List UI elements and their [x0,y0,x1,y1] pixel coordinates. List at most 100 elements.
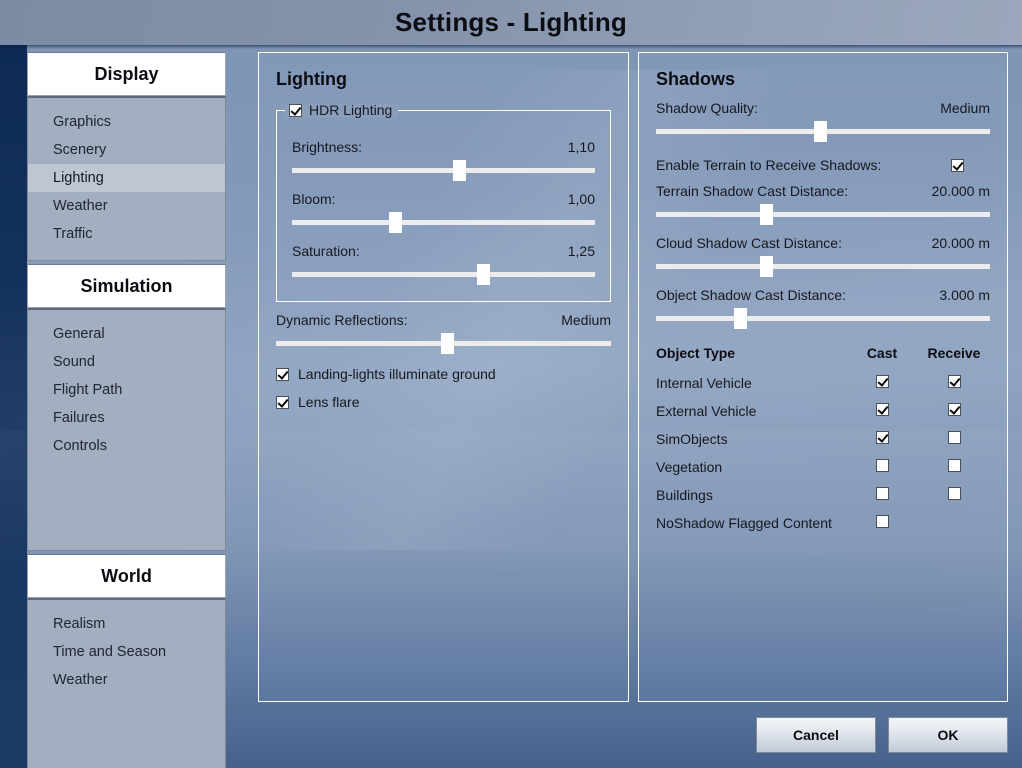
object-shadow-cast-distance-value: 3.000 m [939,287,990,303]
cast-checkbox[interactable] [876,403,889,416]
sidebar-group-header: Display [27,52,226,96]
page-title: Settings - Lighting [395,7,627,38]
table-row: Internal Vehicle [656,370,990,398]
shadow-quality-row: Shadow Quality: Medium [656,100,990,116]
cancel-button[interactable]: Cancel [756,717,876,753]
sidebar: DisplayGraphicsSceneryLightingWeatherTra… [27,52,226,768]
receive-cell [918,426,990,454]
slider-thumb[interactable] [477,264,490,285]
dialog-footer: Cancel OK [756,717,1008,753]
cast-cell [846,370,918,398]
cast-cell [846,510,918,538]
receive-header: Receive [918,345,990,370]
sidebar-item-weather[interactable]: Weather [28,192,225,220]
receive-checkbox[interactable] [948,459,961,472]
receive-cell [918,482,990,510]
bloom-value: 1,00 [568,191,595,207]
hdr-lighting-groupbox: HDR Lighting Brightness:1,10Bloom:1,00Sa… [276,110,611,302]
lighting-panel: Lighting HDR Lighting Brightness:1,10Blo… [258,52,629,702]
saturation-slider[interactable] [292,263,595,285]
receive-cell [918,398,990,426]
slider-thumb[interactable] [389,212,402,233]
hdr-lighting-label: HDR Lighting [309,102,392,118]
landing-lights-illuminate-ground-row: Landing-lights illuminate ground [276,366,611,382]
cast-checkbox[interactable] [876,487,889,500]
object-shadow-cast-distance-slider[interactable] [656,307,990,329]
object-type-cell: SimObjects [656,426,846,454]
receive-checkbox[interactable] [948,375,961,388]
slider-thumb[interactable] [814,121,827,142]
hdr-lighting-legend: HDR Lighting [289,102,398,118]
slider-thumb[interactable] [453,160,466,181]
receive-cell [918,454,990,482]
object-type-cell: External Vehicle [656,398,846,426]
slider-thumb[interactable] [760,204,773,225]
terrain-receive-shadows-checkbox[interactable] [951,159,964,172]
receive-cell [918,370,990,398]
sidebar-group-header: World [27,554,226,598]
slider-track [292,220,595,225]
slider-thumb[interactable] [760,256,773,277]
sidebar-item-time-and-season[interactable]: Time and Season [28,638,225,666]
cast-checkbox[interactable] [876,431,889,444]
cast-checkbox[interactable] [876,459,889,472]
lens-flare-checkbox[interactable] [276,396,289,409]
cast-header: Cast [846,345,918,370]
shadow-quality-value: Medium [940,100,990,116]
sidebar-item-failures[interactable]: Failures [28,404,225,432]
object-shadow-cast-distance-row: Object Shadow Cast Distance:3.000 m [656,287,990,303]
title-bar: Settings - Lighting [0,0,1022,45]
cloud-shadow-cast-distance-slider[interactable] [656,255,990,277]
terrain-receive-shadows-row: Enable Terrain to Receive Shadows: [656,157,990,173]
slider-thumb[interactable] [441,333,454,354]
cloud-shadow-cast-distance-label: Cloud Shadow Cast Distance: [656,235,842,251]
object-shadow-table: Object Type Cast Receive Internal Vehicl… [656,345,990,538]
sidebar-item-graphics[interactable]: Graphics [28,108,225,136]
brightness-label: Brightness: [292,139,362,155]
sidebar-item-flight-path[interactable]: Flight Path [28,376,225,404]
sidebar-item-controls[interactable]: Controls [28,432,225,460]
dynamic-reflections-row: Dynamic Reflections: Medium [276,312,611,328]
cast-checkbox[interactable] [876,375,889,388]
sidebar-group-display: Display GraphicsSceneryLightingWeatherTra… [27,52,226,261]
sidebar-item-general[interactable]: General [28,320,225,348]
sidebar-group-list: RealismTime and SeasonWeather [27,598,226,768]
brightness-row: Brightness:1,10 [292,139,595,155]
bloom-row: Bloom:1,00 [292,191,595,207]
table-row: External Vehicle [656,398,990,426]
receive-checkbox[interactable] [948,487,961,500]
brightness-slider[interactable] [292,159,595,181]
saturation-label: Saturation: [292,243,360,259]
sidebar-group-list: GeneralSoundFlight PathFailuresControls [27,308,226,551]
sidebar-item-traffic[interactable]: Traffic [28,220,225,248]
settings-dialog: Settings - Lighting Display GraphicsScene… [0,0,1022,768]
bloom-slider[interactable] [292,211,595,233]
receive-checkbox[interactable] [948,431,961,444]
cast-cell [846,454,918,482]
table-row: NoShadow Flagged Content [656,510,990,538]
sidebar-item-lighting[interactable]: Lighting [28,164,225,192]
receive-checkbox[interactable] [948,403,961,416]
sidebar-item-weather[interactable]: Weather [28,666,225,694]
dynamic-reflections-label: Dynamic Reflections: [276,312,408,328]
shadows-panel-title: Shadows [639,53,1007,90]
sidebar-item-scenery[interactable]: Scenery [28,136,225,164]
sidebar-item-realism[interactable]: Realism [28,610,225,638]
object-type-cell: NoShadow Flagged Content [656,510,846,538]
cast-checkbox[interactable] [876,515,889,528]
shadow-quality-label: Shadow Quality: [656,100,758,116]
slider-track [292,272,595,277]
saturation-value: 1,25 [568,243,595,259]
sidebar-item-sound[interactable]: Sound [28,348,225,376]
hdr-lighting-checkbox[interactable] [289,104,302,117]
terrain-receive-shadows-label: Enable Terrain to Receive Shadows: [656,157,881,173]
ok-button[interactable]: OK [888,717,1008,753]
landing-lights-illuminate-ground-checkbox[interactable] [276,368,289,381]
shadow-quality-slider[interactable] [656,120,990,142]
cast-cell [846,426,918,454]
object-shadow-table-header-row: Object Type Cast Receive [656,345,990,370]
dynamic-reflections-slider[interactable] [276,332,611,354]
terrain-shadow-cast-distance-slider[interactable] [656,203,990,225]
shadows-panel-body: Shadow Quality: Medium Enable Terrain to… [639,100,1007,538]
slider-thumb[interactable] [734,308,747,329]
